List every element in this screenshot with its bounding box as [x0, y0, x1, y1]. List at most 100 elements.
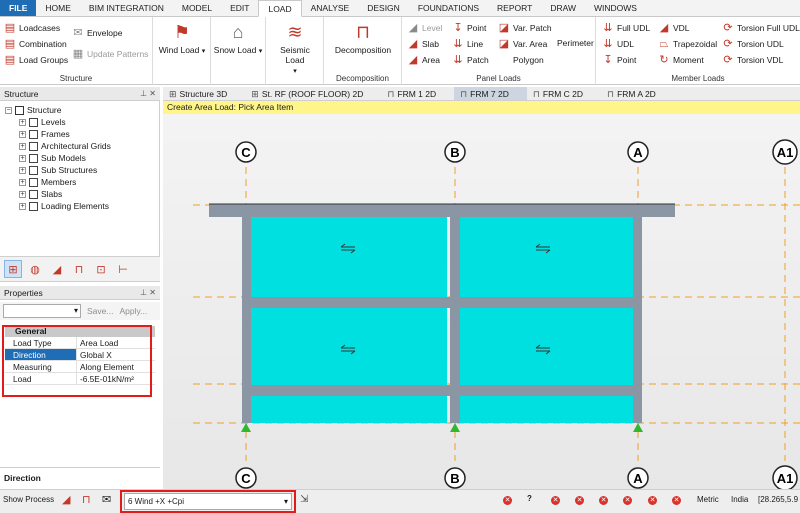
code-label[interactable]: India — [731, 495, 748, 504]
tab-report[interactable]: REPORT — [488, 0, 541, 16]
load-view-toggle-icon[interactable]: ◢ — [62, 493, 70, 506]
area-load-panel[interactable] — [251, 308, 447, 385]
error-icon[interactable]: ✕ — [551, 496, 560, 505]
tab-windows[interactable]: WINDOWS — [585, 0, 646, 16]
frame-canvas[interactable]: Create Area Load: Pick Area Item C B A A… — [163, 101, 800, 489]
expand-icon[interactable]: + — [19, 166, 26, 174]
grid-bubble-a1-bottom[interactable]: A1 — [772, 465, 798, 489]
decomposition-button[interactable]: ⊓ Decomposition — [328, 21, 398, 55]
torsion-udl-button[interactable]: ⟳ Torsion UDL — [722, 38, 783, 50]
patch-load-button[interactable]: ⇊ Patch — [452, 54, 488, 66]
perimeter-load-button[interactable]: Perimeter — [557, 38, 594, 48]
tab-draw[interactable]: DRAW — [541, 0, 585, 16]
properties-preset-select[interactable]: ▾ — [3, 304, 81, 318]
member-point-button[interactable]: ↧ Point — [602, 54, 636, 66]
doc-tab-frm-c[interactable]: ⊓ FRM C 2D — [527, 87, 601, 100]
member-view-icon[interactable]: ⊢ — [114, 260, 132, 278]
error-icon[interactable]: ✕ — [648, 496, 657, 505]
area-load-panel[interactable] — [460, 396, 633, 423]
expand-icon[interactable]: + — [19, 154, 26, 162]
expand-icon[interactable]: + — [19, 142, 26, 150]
area-load-panel[interactable] — [251, 217, 447, 297]
vdl-button[interactable]: ◢ VDL — [658, 22, 690, 34]
loadcases-button[interactable]: ▤ Loadcases — [4, 22, 60, 34]
tab-home[interactable]: HOME — [36, 0, 80, 16]
load-view-icon[interactable]: ◢ — [48, 260, 66, 278]
polygon-load-button[interactable]: Polygon — [498, 54, 544, 66]
expand-icon[interactable]: + — [19, 130, 26, 138]
show-process-label[interactable]: Show Process — [3, 495, 54, 504]
doc-tab-frm-7[interactable]: ⊓ FRM 7 2D — [454, 87, 527, 100]
tree-item-architectural-grids[interactable]: + Architectural Grids — [19, 141, 111, 151]
grid-bubble-c-top[interactable]: C — [235, 141, 257, 163]
point-load-button[interactable]: ↧ Point — [452, 22, 486, 34]
apply-button[interactable]: Apply... — [119, 306, 147, 316]
filter-icon[interactable]: ⇲ — [300, 494, 308, 505]
level-load-button[interactable]: ◢ Level — [407, 22, 443, 34]
torsion-full-udl-button[interactable]: ⟳ Torsion Full UDL — [722, 22, 799, 34]
update-patterns-button[interactable]: ▦ Update Patterns — [72, 48, 149, 60]
udl-button[interactable]: ⇊ UDL — [602, 38, 634, 50]
tree-item-sub-models[interactable]: + Sub Models — [19, 153, 86, 163]
globe-icon[interactable]: ◍ — [26, 260, 44, 278]
grid-bubble-b-top[interactable]: B — [444, 141, 466, 163]
units-label[interactable]: Metric — [697, 495, 719, 504]
tree-item-members[interactable]: + Members — [19, 177, 76, 187]
mail-icon[interactable]: ✉ — [102, 493, 111, 506]
beam[interactable] — [242, 385, 642, 396]
area-load-panel[interactable] — [460, 217, 633, 297]
load-groups-button[interactable]: ▤ Load Groups — [4, 54, 68, 66]
tree-item-loading-elements[interactable]: + Loading Elements — [19, 201, 109, 211]
full-udl-button[interactable]: ⇊ Full UDL — [602, 22, 650, 34]
frame-drawing[interactable]: C B A A1 C B A A1 — [163, 101, 800, 489]
structure-view-icon[interactable]: ⊞ — [4, 260, 22, 278]
wind-load-button[interactable]: ⚑ Wind Load ▾ — [157, 21, 207, 55]
grid-bubble-c-bottom[interactable]: C — [235, 467, 257, 489]
torsion-vdl-button[interactable]: ⟳ Torsion VDL — [722, 54, 783, 66]
tab-foundations[interactable]: FOUNDATIONS — [409, 0, 488, 16]
frame-toggle-icon[interactable]: ⊓ — [82, 493, 91, 506]
tab-file[interactable]: FILE — [0, 0, 37, 16]
error-icon[interactable]: ✕ — [599, 496, 608, 505]
tree-item-slabs[interactable]: + Slabs — [19, 189, 62, 199]
error-icon[interactable]: ✕ — [623, 496, 632, 505]
tree-item-sub-structures[interactable]: + Sub Structures — [19, 165, 97, 175]
grid-bubble-a-bottom[interactable]: A — [627, 467, 649, 489]
beam[interactable] — [242, 297, 642, 308]
doc-tab-structure-3d[interactable]: ⊞ Structure 3D — [163, 87, 245, 100]
error-icon[interactable]: ✕ — [575, 496, 584, 505]
help-icon[interactable]: ? — [527, 494, 532, 503]
expand-icon[interactable]: + — [19, 190, 26, 198]
error-icon[interactable]: ✕ — [672, 496, 681, 505]
tree-item-levels[interactable]: + Levels — [19, 117, 66, 127]
area-load-panel[interactable] — [460, 308, 633, 385]
moment-button[interactable]: ↻ Moment — [658, 54, 703, 66]
support-icon[interactable] — [241, 423, 251, 432]
var-area-load-button[interactable]: ◪ Var. Area — [498, 38, 548, 50]
combination-button[interactable]: ▤ Combination — [4, 38, 67, 50]
var-patch-load-button[interactable]: ◪ Var. Patch — [498, 22, 552, 34]
tree-item-frames[interactable]: + Frames — [19, 129, 70, 139]
pin-icon[interactable]: ⊥ ✕ — [140, 87, 156, 101]
tab-analyse[interactable]: ANALYSE — [302, 0, 359, 16]
lock-view-icon[interactable]: ⊡ — [92, 260, 110, 278]
grid-bubble-b-bottom[interactable]: B — [444, 467, 466, 489]
tab-model[interactable]: MODEL — [173, 0, 221, 16]
tab-design[interactable]: DESIGN — [358, 0, 409, 16]
area-load-button[interactable]: ◢ Area — [407, 54, 440, 66]
tab-edit[interactable]: EDIT — [221, 0, 258, 16]
area-load-panel[interactable] — [251, 396, 447, 423]
support-icon[interactable] — [633, 423, 643, 432]
line-load-button[interactable]: ⇊ Line — [452, 38, 483, 50]
expand-icon[interactable]: + — [19, 118, 26, 126]
error-icon[interactable]: ✕ — [503, 496, 512, 505]
grid-bubble-a1-top[interactable]: A1 — [772, 139, 798, 165]
roof-slab[interactable] — [209, 204, 675, 217]
seismic-load-button[interactable]: ≋ Seismic Load ▾ — [270, 21, 320, 75]
collapse-icon[interactable]: − — [5, 106, 12, 114]
support-icon[interactable] — [450, 423, 460, 432]
tab-load[interactable]: LOAD — [258, 0, 302, 17]
trapezoidal-button[interactable]: ⏢ Trapezoidal — [658, 38, 718, 50]
envelope-button[interactable]: ✉ Envelope — [72, 27, 122, 39]
frame-view-icon[interactable]: ⊓ — [70, 260, 88, 278]
